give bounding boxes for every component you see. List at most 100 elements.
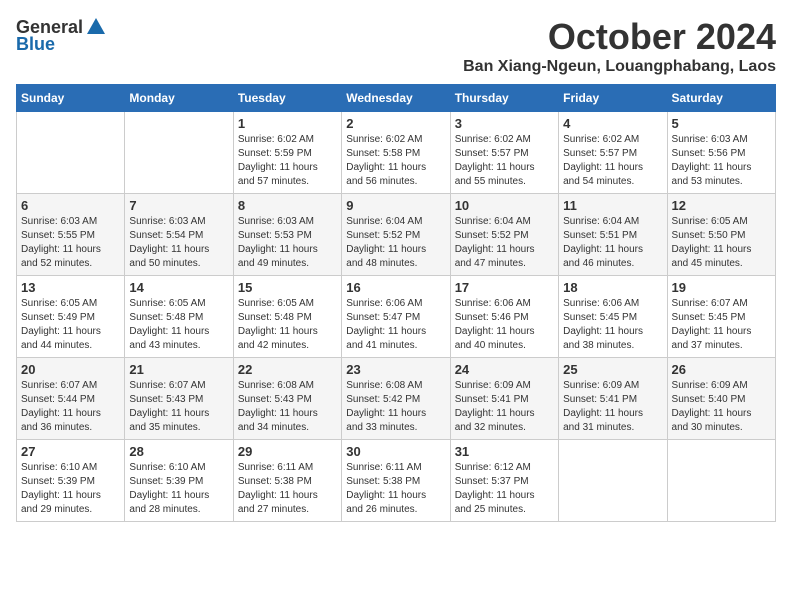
- day-number: 21: [129, 362, 228, 377]
- month-title: October 2024: [463, 16, 776, 58]
- calendar-cell: 8 Sunrise: 6:03 AM Sunset: 5:53 PM Daylig…: [233, 194, 341, 276]
- header-day-saturday: Saturday: [667, 85, 775, 112]
- day-number: 19: [672, 280, 771, 295]
- day-number: 24: [455, 362, 554, 377]
- calendar-cell: 13 Sunrise: 6:05 AM Sunset: 5:49 PM Dayli…: [17, 276, 125, 358]
- day-info: Sunrise: 6:07 AM Sunset: 5:43 PM Dayligh…: [129, 379, 228, 435]
- day-info: Sunrise: 6:10 AM Sunset: 5:39 PM Dayligh…: [21, 461, 120, 517]
- calendar-cell: 11 Sunrise: 6:04 AM Sunset: 5:51 PM Dayli…: [559, 194, 667, 276]
- calendar-cell: 9 Sunrise: 6:04 AM Sunset: 5:52 PM Daylig…: [342, 194, 450, 276]
- header-day-thursday: Thursday: [450, 85, 558, 112]
- day-number: 1: [238, 116, 337, 131]
- calendar-cell: 18 Sunrise: 6:06 AM Sunset: 5:45 PM Dayli…: [559, 276, 667, 358]
- logo-blue-text: Blue: [16, 34, 55, 55]
- day-info: Sunrise: 6:08 AM Sunset: 5:42 PM Dayligh…: [346, 379, 445, 435]
- day-info: Sunrise: 6:05 AM Sunset: 5:49 PM Dayligh…: [21, 297, 120, 353]
- calendar-cell: 21 Sunrise: 6:07 AM Sunset: 5:43 PM Dayli…: [125, 358, 233, 440]
- day-number: 13: [21, 280, 120, 295]
- day-info: Sunrise: 6:08 AM Sunset: 5:43 PM Dayligh…: [238, 379, 337, 435]
- calendar-cell: 5 Sunrise: 6:03 AM Sunset: 5:56 PM Daylig…: [667, 112, 775, 194]
- day-info: Sunrise: 6:05 AM Sunset: 5:48 PM Dayligh…: [238, 297, 337, 353]
- day-info: Sunrise: 6:02 AM Sunset: 5:57 PM Dayligh…: [563, 133, 662, 189]
- day-info: Sunrise: 6:06 AM Sunset: 5:45 PM Dayligh…: [563, 297, 662, 353]
- calendar-cell: 20Sunrise: 6:07 AM Sunset: 5:44 PM Dayli…: [17, 358, 125, 440]
- day-number: 3: [455, 116, 554, 131]
- calendar-cell: [559, 440, 667, 522]
- day-number: 6: [21, 198, 120, 213]
- calendar-cell: 24 Sunrise: 6:09 AM Sunset: 5:41 PM Dayli…: [450, 358, 558, 440]
- day-number: 25: [563, 362, 662, 377]
- day-info: Sunrise: 6:09 AM Sunset: 5:41 PM Dayligh…: [563, 379, 662, 435]
- day-info: Sunrise: 6:05 AM Sunset: 5:50 PM Dayligh…: [672, 215, 771, 271]
- calendar-cell: 19 Sunrise: 6:07 AM Sunset: 5:45 PM Dayli…: [667, 276, 775, 358]
- day-number: 17: [455, 280, 554, 295]
- day-info: Sunrise: 6:04 AM Sunset: 5:52 PM Dayligh…: [455, 215, 554, 271]
- day-info: Sunrise: 6:03 AM Sunset: 5:53 PM Dayligh…: [238, 215, 337, 271]
- day-info: Sunrise: 6:03 AM Sunset: 5:55 PM Dayligh…: [21, 215, 120, 271]
- header-day-monday: Monday: [125, 85, 233, 112]
- calendar-cell: 14 Sunrise: 6:05 AM Sunset: 5:48 PM Dayli…: [125, 276, 233, 358]
- day-number: 14: [129, 280, 228, 295]
- day-info: Sunrise: 6:02 AM Sunset: 5:57 PM Dayligh…: [455, 133, 554, 189]
- calendar-cell: 22 Sunrise: 6:08 AM Sunset: 5:43 PM Dayli…: [233, 358, 341, 440]
- day-info: Sunrise: 6:09 AM Sunset: 5:40 PM Dayligh…: [672, 379, 771, 435]
- day-number: 22: [238, 362, 337, 377]
- day-info: Sunrise: 6:04 AM Sunset: 5:51 PM Dayligh…: [563, 215, 662, 271]
- calendar-cell: 17 Sunrise: 6:06 AM Sunset: 5:46 PM Dayli…: [450, 276, 558, 358]
- week-row-3: 20Sunrise: 6:07 AM Sunset: 5:44 PM Dayli…: [17, 358, 776, 440]
- day-number: 8: [238, 198, 337, 213]
- calendar-cell: 27 Sunrise: 6:10 AM Sunset: 5:39 PM Dayli…: [17, 440, 125, 522]
- header-row: SundayMondayTuesdayWednesdayThursdayFrid…: [17, 85, 776, 112]
- day-number: 11: [563, 198, 662, 213]
- day-number: 31: [455, 444, 554, 459]
- header: General Blue October 2024 Ban Xiang-Ngeu…: [16, 16, 776, 76]
- header-day-friday: Friday: [559, 85, 667, 112]
- calendar-body: 1 Sunrise: 6:02 AM Sunset: 5:59 PM Daylig…: [17, 112, 776, 522]
- calendar-cell: 12Sunrise: 6:05 AM Sunset: 5:50 PM Dayli…: [667, 194, 775, 276]
- day-info: Sunrise: 6:06 AM Sunset: 5:46 PM Dayligh…: [455, 297, 554, 353]
- day-info: Sunrise: 6:05 AM Sunset: 5:48 PM Dayligh…: [129, 297, 228, 353]
- calendar-cell: 30Sunrise: 6:11 AM Sunset: 5:38 PM Dayli…: [342, 440, 450, 522]
- day-number: 18: [563, 280, 662, 295]
- day-info: Sunrise: 6:04 AM Sunset: 5:52 PM Dayligh…: [346, 215, 445, 271]
- day-info: Sunrise: 6:11 AM Sunset: 5:38 PM Dayligh…: [238, 461, 337, 517]
- day-number: 10: [455, 198, 554, 213]
- day-info: Sunrise: 6:03 AM Sunset: 5:56 PM Dayligh…: [672, 133, 771, 189]
- calendar-cell: 25 Sunrise: 6:09 AM Sunset: 5:41 PM Dayli…: [559, 358, 667, 440]
- calendar-cell: 10 Sunrise: 6:04 AM Sunset: 5:52 PM Dayli…: [450, 194, 558, 276]
- calendar-cell: 26 Sunrise: 6:09 AM Sunset: 5:40 PM Dayli…: [667, 358, 775, 440]
- calendar-cell: 23 Sunrise: 6:08 AM Sunset: 5:42 PM Dayli…: [342, 358, 450, 440]
- day-info: Sunrise: 6:06 AM Sunset: 5:47 PM Dayligh…: [346, 297, 445, 353]
- day-info: Sunrise: 6:07 AM Sunset: 5:45 PM Dayligh…: [672, 297, 771, 353]
- calendar-cell: 28Sunrise: 6:10 AM Sunset: 5:39 PM Dayli…: [125, 440, 233, 522]
- day-number: 28: [129, 444, 228, 459]
- day-number: 2: [346, 116, 445, 131]
- week-row-2: 13 Sunrise: 6:05 AM Sunset: 5:49 PM Dayli…: [17, 276, 776, 358]
- day-info: Sunrise: 6:02 AM Sunset: 5:58 PM Dayligh…: [346, 133, 445, 189]
- day-number: 27: [21, 444, 120, 459]
- calendar-cell: 29Sunrise: 6:11 AM Sunset: 5:38 PM Dayli…: [233, 440, 341, 522]
- week-row-0: 1 Sunrise: 6:02 AM Sunset: 5:59 PM Daylig…: [17, 112, 776, 194]
- calendar-cell: 15Sunrise: 6:05 AM Sunset: 5:48 PM Dayli…: [233, 276, 341, 358]
- day-number: 5: [672, 116, 771, 131]
- calendar-cell: 4Sunrise: 6:02 AM Sunset: 5:57 PM Daylig…: [559, 112, 667, 194]
- title-area: October 2024 Ban Xiang-Ngeun, Louangphab…: [463, 16, 776, 76]
- calendar-cell: 2 Sunrise: 6:02 AM Sunset: 5:58 PM Daylig…: [342, 112, 450, 194]
- day-info: Sunrise: 6:02 AM Sunset: 5:59 PM Dayligh…: [238, 133, 337, 189]
- calendar-cell: 16 Sunrise: 6:06 AM Sunset: 5:47 PM Dayli…: [342, 276, 450, 358]
- day-number: 23: [346, 362, 445, 377]
- day-info: Sunrise: 6:03 AM Sunset: 5:54 PM Dayligh…: [129, 215, 228, 271]
- day-info: Sunrise: 6:07 AM Sunset: 5:44 PM Dayligh…: [21, 379, 120, 435]
- day-info: Sunrise: 6:12 AM Sunset: 5:37 PM Dayligh…: [455, 461, 554, 517]
- calendar-cell: 31 Sunrise: 6:12 AM Sunset: 5:37 PM Dayli…: [450, 440, 558, 522]
- day-number: 9: [346, 198, 445, 213]
- calendar-cell: 3 Sunrise: 6:02 AM Sunset: 5:57 PM Daylig…: [450, 112, 558, 194]
- day-number: 16: [346, 280, 445, 295]
- logo: General Blue: [16, 16, 107, 55]
- day-info: Sunrise: 6:09 AM Sunset: 5:41 PM Dayligh…: [455, 379, 554, 435]
- day-number: 26: [672, 362, 771, 377]
- calendar-cell: 6 Sunrise: 6:03 AM Sunset: 5:55 PM Daylig…: [17, 194, 125, 276]
- calendar-table: SundayMondayTuesdayWednesdayThursdayFrid…: [16, 84, 776, 522]
- day-number: 30: [346, 444, 445, 459]
- week-row-4: 27 Sunrise: 6:10 AM Sunset: 5:39 PM Dayli…: [17, 440, 776, 522]
